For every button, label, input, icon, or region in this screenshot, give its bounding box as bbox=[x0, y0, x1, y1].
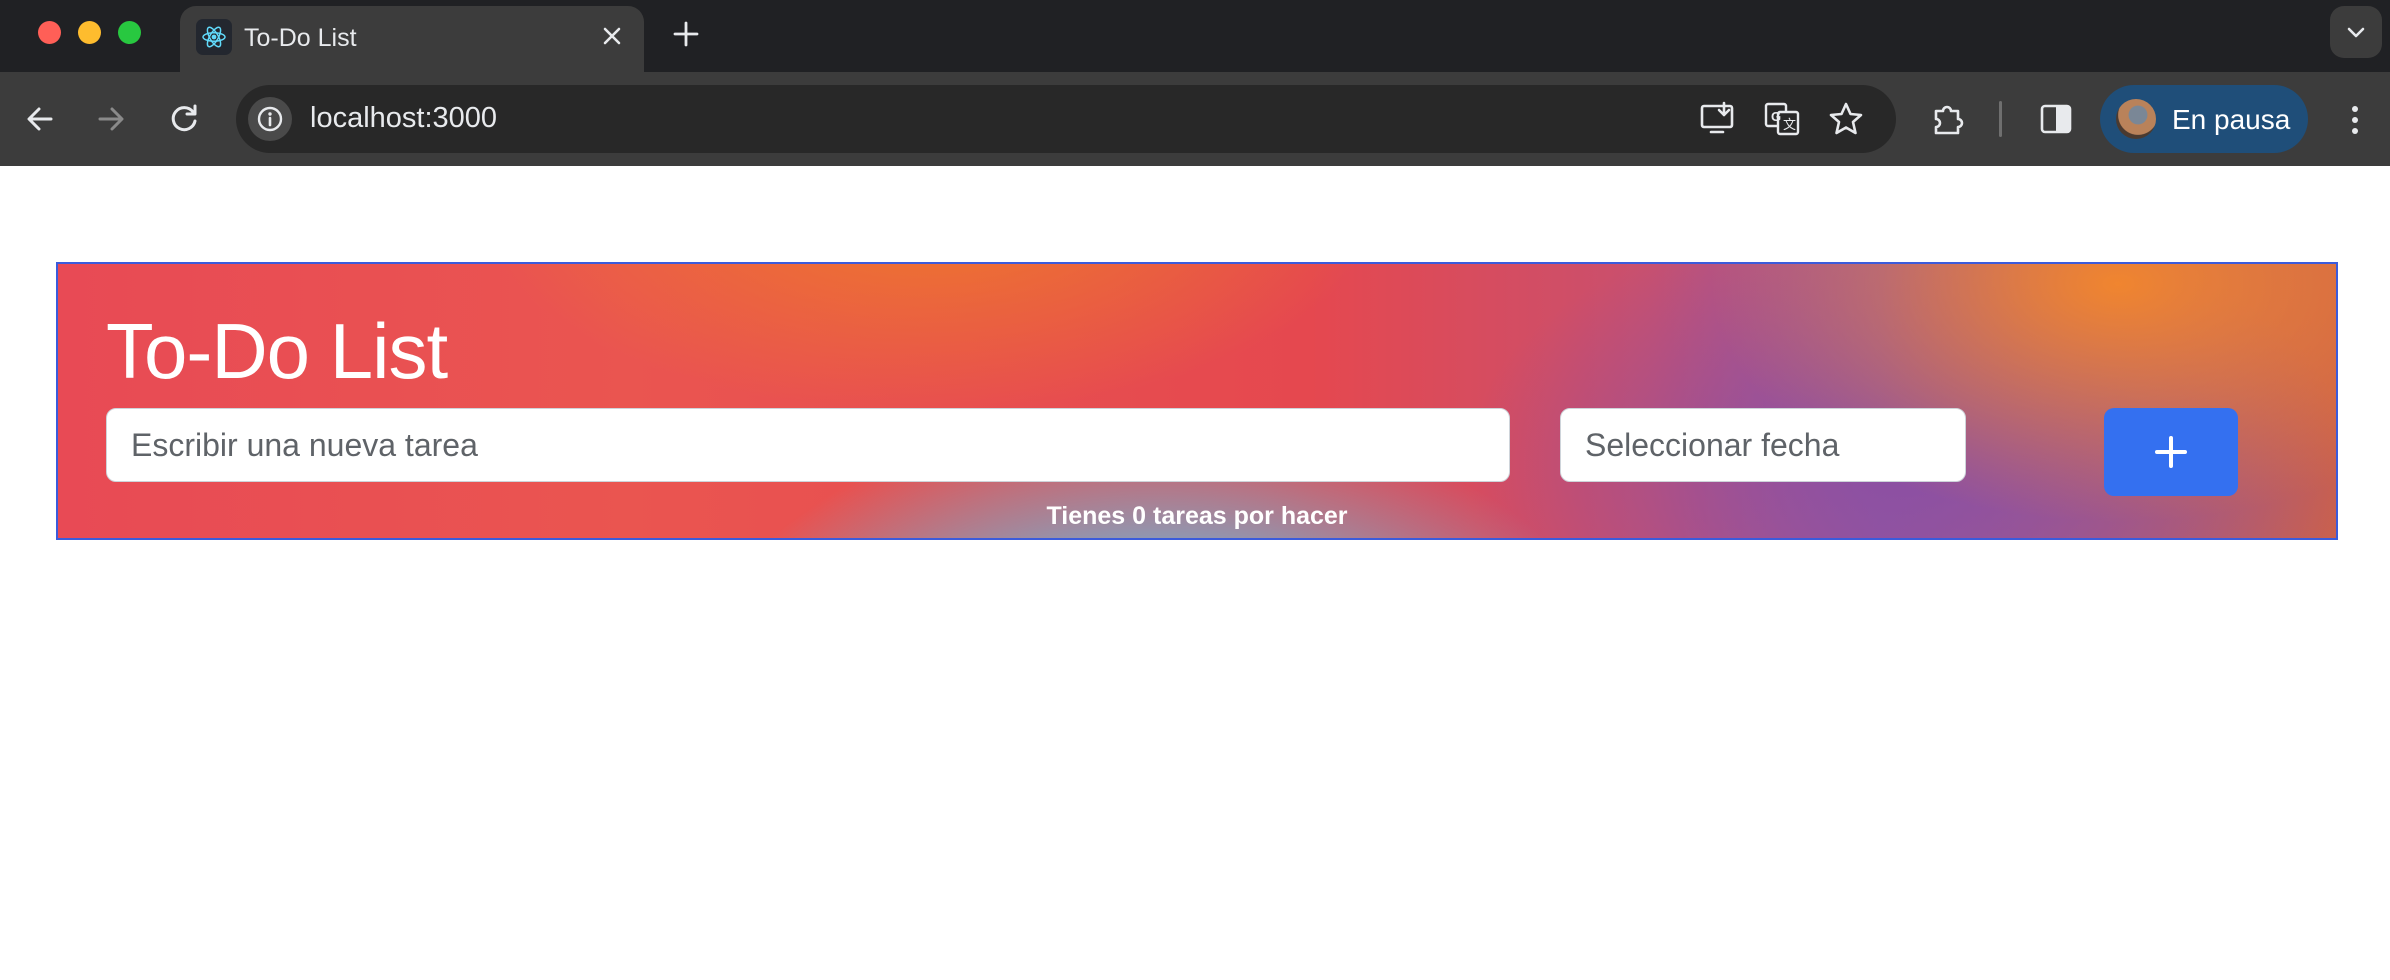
back-arrow-icon[interactable] bbox=[18, 97, 62, 141]
react-icon bbox=[196, 19, 232, 55]
date-picker-input[interactable] bbox=[1560, 408, 1966, 482]
profile-button[interactable]: En pausa bbox=[2100, 85, 2308, 153]
window-close-button[interactable] bbox=[38, 21, 61, 44]
forward-arrow-icon[interactable] bbox=[89, 97, 133, 141]
window-zoom-button[interactable] bbox=[118, 21, 141, 44]
tab-title: To-Do List bbox=[244, 24, 357, 52]
add-task-button[interactable] bbox=[2104, 408, 2238, 496]
new-task-input[interactable] bbox=[106, 408, 1510, 482]
browser-tab[interactable]: To-Do List bbox=[180, 6, 644, 72]
toolbar-separator bbox=[1999, 101, 2002, 137]
site-info-icon[interactable] bbox=[248, 97, 292, 141]
browser-tab-strip: To-Do List bbox=[0, 0, 2390, 72]
tab-search-icon[interactable] bbox=[2330, 6, 2382, 58]
install-app-icon[interactable] bbox=[1698, 99, 1738, 139]
close-icon[interactable] bbox=[594, 18, 630, 54]
kebab-menu-icon[interactable] bbox=[2335, 98, 2375, 142]
window-minimize-button[interactable] bbox=[78, 21, 101, 44]
bookmark-star-icon[interactable] bbox=[1826, 99, 1866, 139]
svg-text:G: G bbox=[1771, 109, 1781, 124]
translate-icon[interactable]: G 文 bbox=[1762, 99, 1802, 139]
page-title: To-Do List bbox=[106, 307, 448, 395]
reload-icon[interactable] bbox=[162, 97, 206, 141]
url-text: localhost:3000 bbox=[310, 102, 498, 134]
plus-icon bbox=[2155, 436, 2187, 468]
profile-status-label: En pausa bbox=[2172, 104, 2291, 135]
svg-text:文: 文 bbox=[1783, 118, 1796, 133]
pending-tasks-counter: Tienes 0 tareas por hacer bbox=[1046, 502, 1348, 530]
extensions-icon[interactable] bbox=[1928, 99, 1968, 139]
side-panel-icon[interactable] bbox=[2036, 99, 2076, 139]
new-tab-icon[interactable] bbox=[666, 14, 706, 54]
avatar bbox=[2116, 99, 2156, 139]
todo-header-banner: To-Do List Tienes 0 tareas por hacer bbox=[56, 262, 2338, 540]
address-bar[interactable]: localhost:3000 G 文 bbox=[236, 85, 1896, 153]
browser-toolbar: localhost:3000 G 文 En pausa bbox=[0, 72, 2390, 166]
